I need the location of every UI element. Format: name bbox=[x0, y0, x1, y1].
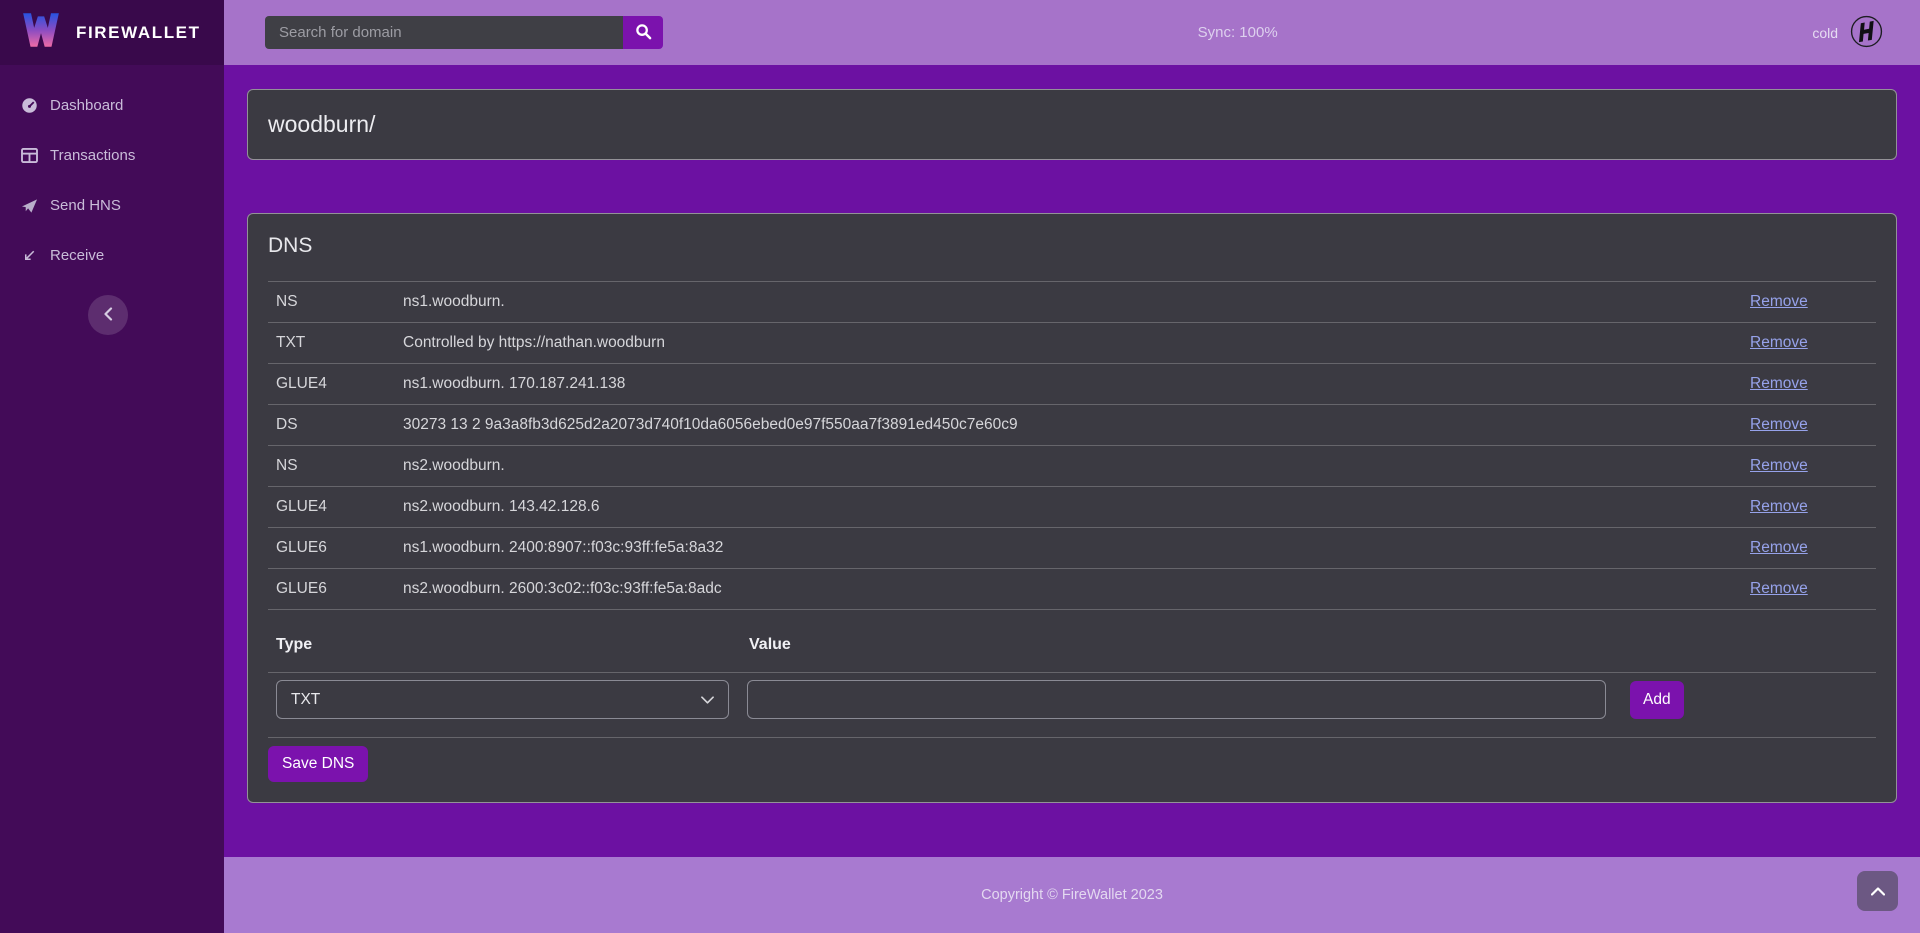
chevron-down-icon bbox=[701, 691, 714, 709]
remove-record-link[interactable]: Remove bbox=[1750, 457, 1808, 474]
firewallet-w-logo-icon bbox=[20, 8, 62, 57]
dns-records-body: NS ns1.woodburn. Remove TXT Controlled b… bbox=[268, 282, 1876, 610]
sidebar-item-transactions[interactable]: Transactions bbox=[20, 147, 224, 164]
record-type-selected-value: TXT bbox=[291, 691, 320, 709]
domain-title-card: woodburn/ bbox=[247, 89, 1897, 160]
dns-section-title: DNS bbox=[268, 234, 1876, 258]
dns-add-record-row: TXT Add bbox=[268, 673, 1876, 738]
chevron-left-icon bbox=[103, 307, 113, 324]
dns-record-type: GLUE6 bbox=[268, 569, 395, 610]
search-button[interactable] bbox=[623, 16, 663, 49]
record-value-input[interactable] bbox=[747, 680, 1606, 719]
remove-record-link[interactable]: Remove bbox=[1750, 375, 1808, 392]
sidebar-item-label: Receive bbox=[50, 247, 104, 264]
sidebar-collapse-button[interactable] bbox=[88, 295, 128, 335]
remove-record-link[interactable]: Remove bbox=[1750, 293, 1808, 310]
remove-record-link[interactable]: Remove bbox=[1750, 416, 1808, 433]
main-column: Sync: 100% cold woodburn/ DNS bbox=[224, 0, 1920, 933]
sidebar-item-label: Dashboard bbox=[50, 97, 123, 114]
dns-record-value: ns1.woodburn. bbox=[395, 282, 1742, 323]
sync-status: Sync: 100% bbox=[663, 24, 1812, 41]
sidebar-item-label: Transactions bbox=[50, 147, 135, 164]
add-record-button[interactable]: Add bbox=[1630, 681, 1684, 719]
brand-header[interactable]: FIREWALLET bbox=[0, 0, 224, 65]
dns-record-type: GLUE6 bbox=[268, 528, 395, 569]
dns-record-value: 30273 13 2 9a3a8fb3d625d2a2073d740f10da6… bbox=[395, 405, 1742, 446]
brand-name: FIREWALLET bbox=[76, 23, 201, 43]
dns-record-value: Controlled by https://nathan.woodburn bbox=[395, 323, 1742, 364]
remove-record-link[interactable]: Remove bbox=[1750, 539, 1808, 556]
record-type-select[interactable]: TXT bbox=[276, 680, 729, 719]
save-dns-button[interactable]: Save DNS bbox=[268, 746, 368, 782]
dashboard-gauge-icon bbox=[20, 97, 39, 114]
page-title: woodburn/ bbox=[268, 111, 375, 138]
dns-record-row: NS ns1.woodburn. Remove bbox=[268, 282, 1876, 323]
dns-record-value: ns1.woodburn. 2400:8907::f03c:93ff:fe5a:… bbox=[395, 528, 1742, 569]
remove-record-link[interactable]: Remove bbox=[1750, 334, 1808, 351]
dns-record-row: GLUE6 ns2.woodburn. 2600:3c02::f03c:93ff… bbox=[268, 569, 1876, 610]
scroll-to-top-button[interactable] bbox=[1857, 871, 1898, 911]
dns-record-type: NS bbox=[268, 446, 395, 487]
app-window: FIREWALLET Dashboard bbox=[0, 0, 1920, 933]
sidebar-item-dashboard[interactable]: Dashboard bbox=[20, 97, 224, 114]
magnifier-search-icon bbox=[635, 23, 652, 43]
dns-record-row: GLUE6 ns1.woodburn. 2400:8907::f03c:93ff… bbox=[268, 528, 1876, 569]
sidebar-item-label: Send HNS bbox=[50, 197, 121, 214]
dns-record-type: GLUE4 bbox=[268, 487, 395, 528]
content-area: woodburn/ DNS NS ns1.woodburn. Remove TX… bbox=[224, 65, 1920, 857]
transactions-table-icon bbox=[20, 148, 39, 163]
footer: Copyright © FireWallet 2023 bbox=[224, 857, 1920, 933]
dns-card: DNS NS ns1.woodburn. Remove TXT Controll… bbox=[247, 213, 1897, 803]
dns-record-type: GLUE4 bbox=[268, 364, 395, 405]
topbar: Sync: 100% cold bbox=[224, 0, 1920, 65]
sidebar-nav: Dashboard Transactions S bbox=[0, 97, 224, 264]
dns-record-row: NS ns2.woodburn. Remove bbox=[268, 446, 1876, 487]
type-column-header: Type bbox=[276, 636, 749, 654]
dns-record-row: DS 30273 13 2 9a3a8fb3d625d2a2073d740f10… bbox=[268, 405, 1876, 446]
wallet-status-group: cold bbox=[1812, 15, 1883, 51]
receive-arrow-icon bbox=[20, 248, 39, 263]
sidebar-item-send-hns[interactable]: Send HNS bbox=[20, 197, 224, 214]
copyright-text: Copyright © FireWallet 2023 bbox=[981, 887, 1163, 903]
dns-record-value: ns2.woodburn. 143.42.128.6 bbox=[395, 487, 1742, 528]
dns-record-value: ns2.woodburn. bbox=[395, 446, 1742, 487]
handshake-logo-icon bbox=[1850, 15, 1883, 51]
wallet-menu-button[interactable] bbox=[1850, 15, 1883, 51]
chevron-up-icon bbox=[1871, 884, 1885, 899]
sidebar: FIREWALLET Dashboard bbox=[0, 0, 224, 933]
dns-record-row: GLUE4 ns2.woodburn. 143.42.128.6 Remove bbox=[268, 487, 1876, 528]
dns-record-row: GLUE4 ns1.woodburn. 170.187.241.138 Remo… bbox=[268, 364, 1876, 405]
dns-record-type: TXT bbox=[268, 323, 395, 364]
sidebar-item-receive[interactable]: Receive bbox=[20, 247, 224, 264]
dns-record-row: TXT Controlled by https://nathan.woodbur… bbox=[268, 323, 1876, 364]
dns-record-value: ns2.woodburn. 2600:3c02::f03c:93ff:fe5a:… bbox=[395, 569, 1742, 610]
dns-record-value: ns1.woodburn. 170.187.241.138 bbox=[395, 364, 1742, 405]
domain-search-group bbox=[265, 16, 663, 49]
send-paper-plane-icon bbox=[20, 198, 39, 214]
remove-record-link[interactable]: Remove bbox=[1750, 580, 1808, 597]
dns-records-table: NS ns1.woodburn. Remove TXT Controlled b… bbox=[268, 281, 1876, 610]
dns-form-header: Type Value bbox=[268, 624, 1876, 673]
dns-record-type: DS bbox=[268, 405, 395, 446]
domain-search-input[interactable] bbox=[265, 16, 623, 49]
dns-record-type: NS bbox=[268, 282, 395, 323]
value-column-header: Value bbox=[749, 636, 791, 654]
remove-record-link[interactable]: Remove bbox=[1750, 498, 1808, 515]
wallet-name-label: cold bbox=[1812, 25, 1838, 41]
